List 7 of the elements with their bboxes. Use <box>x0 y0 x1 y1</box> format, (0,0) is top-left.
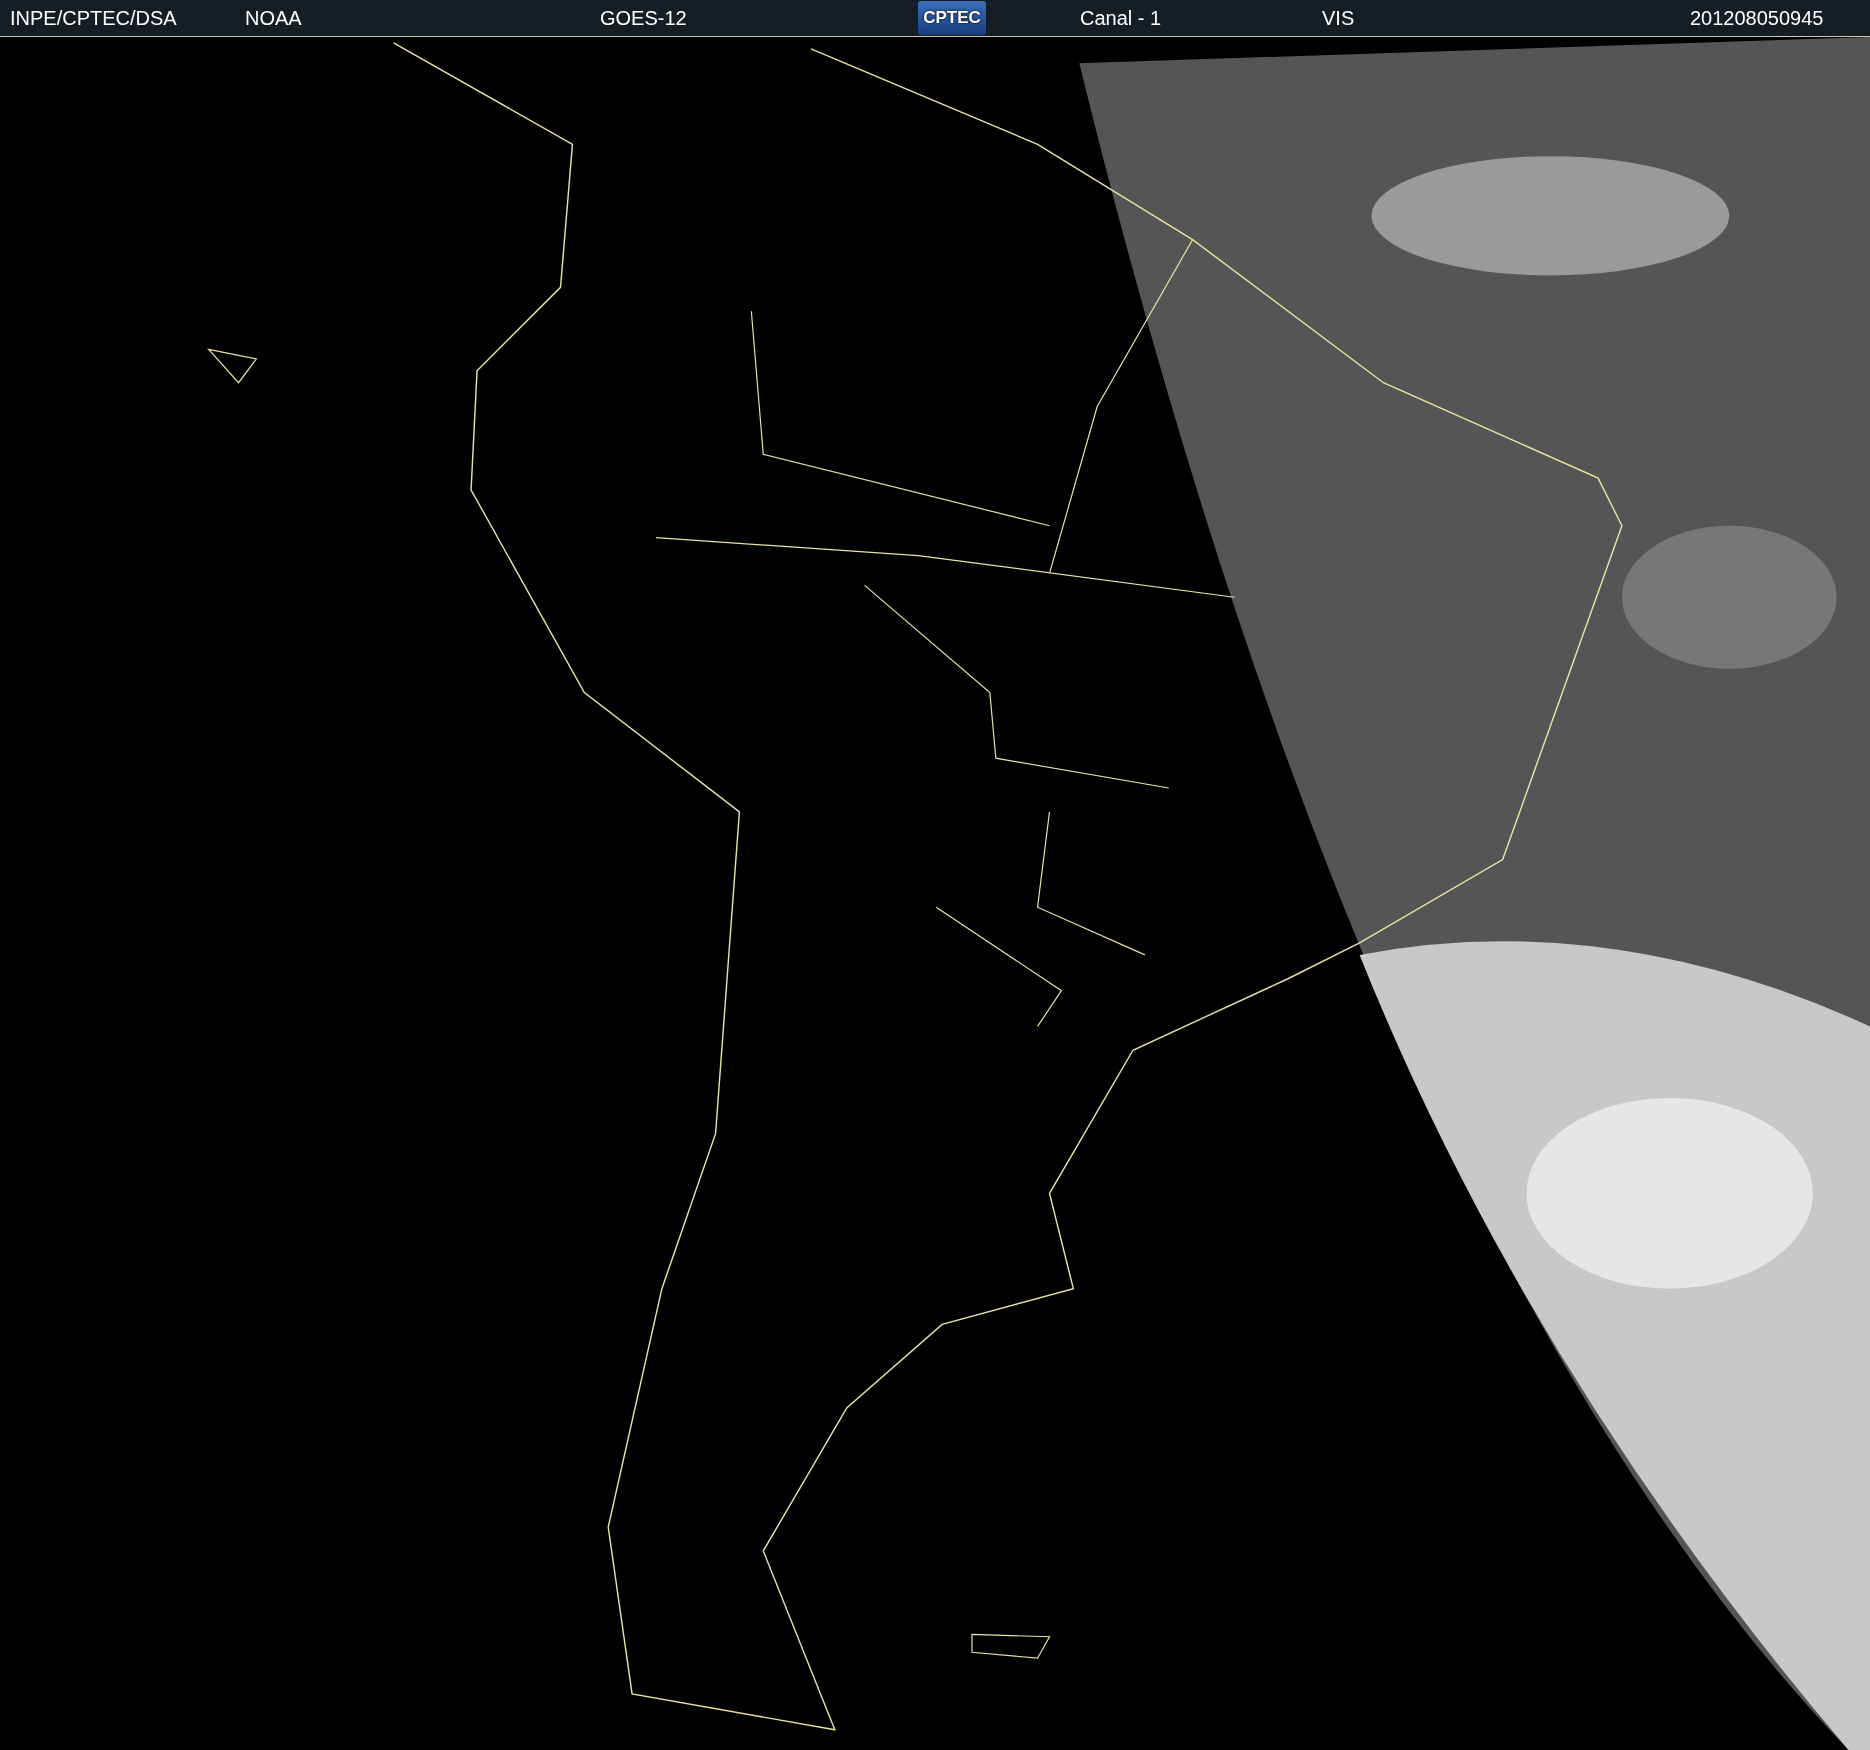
header-label: INPE/CPTEC/DSA <box>10 6 178 30</box>
header-label: Canal - 1 <box>1080 6 1163 30</box>
header-label: GOES-12 <box>600 6 688 30</box>
header-label: 201208050945 <box>1690 6 1825 30</box>
header-label: NOAA <box>245 6 303 30</box>
header-label: VIS <box>1322 6 1356 30</box>
logo: CPTEC <box>918 1 986 35</box>
